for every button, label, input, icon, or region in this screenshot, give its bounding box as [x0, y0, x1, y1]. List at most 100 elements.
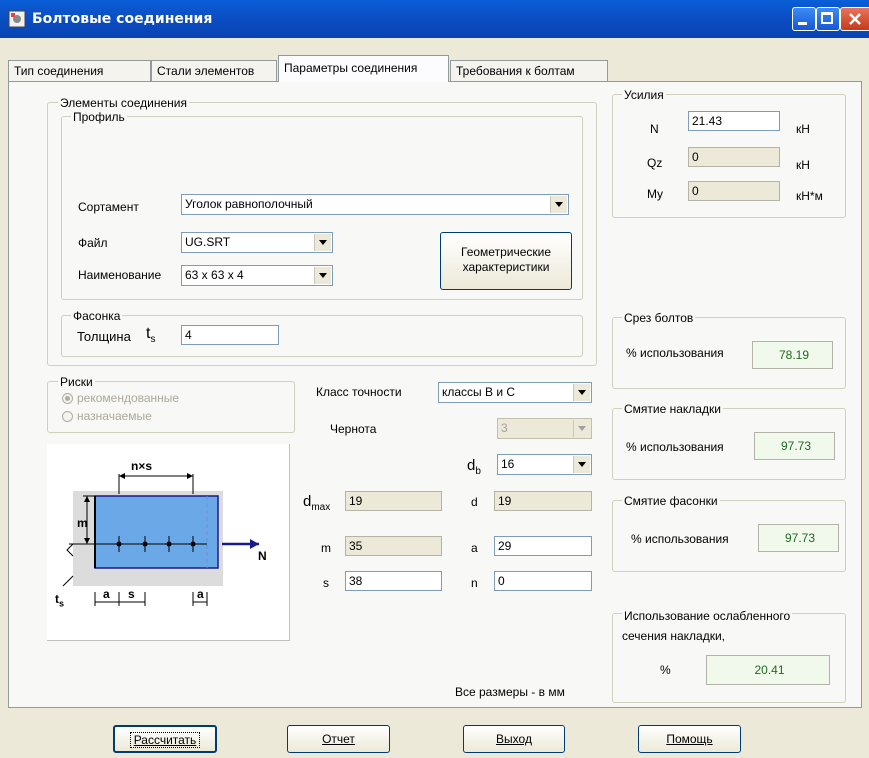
tab-label: Параметры соединения: [284, 61, 418, 75]
name-select[interactable]: 63 x 63 x 4: [181, 265, 333, 286]
class-value: классы В и С: [442, 385, 516, 399]
file-select[interactable]: UG.SRT: [181, 232, 333, 253]
diagram-a1: a: [103, 587, 110, 601]
tab-connection-type[interactable]: Тип соединения: [8, 60, 151, 81]
main-window: Болтовые соединения Тип соединения Стали…: [0, 0, 869, 758]
My-field: 0: [688, 181, 780, 201]
smyatie-nakl-value: 97.73: [754, 432, 835, 460]
N-label: N: [650, 122, 659, 136]
window-title: Болтовые соединения: [32, 11, 213, 27]
radio-recommended[interactable]: [62, 393, 73, 404]
diagram-N: N: [258, 549, 267, 563]
chevron-down-icon[interactable]: [314, 267, 331, 284]
chevron-down-icon[interactable]: [573, 456, 590, 473]
db-value: 16: [501, 457, 515, 471]
smyatie-fas-label: % использования: [631, 532, 729, 546]
chernota-select[interactable]: 3: [497, 418, 592, 439]
class-select[interactable]: классы В и С: [438, 382, 592, 403]
geometry-button[interactable]: Геометрические характеристики: [440, 232, 572, 290]
My-unit: кН*м: [796, 189, 823, 203]
Qz-label: Qz: [647, 156, 663, 170]
m-field: 35: [345, 536, 442, 556]
diagram-a2: a: [197, 587, 204, 601]
profile-group-title: Профиль: [71, 110, 127, 124]
chevron-down-icon[interactable]: [573, 420, 590, 437]
n-input[interactable]: 0: [494, 571, 592, 591]
chevron-down-icon[interactable]: [314, 234, 331, 251]
exit-label: Выход: [496, 732, 532, 746]
smyatie-nakl-title: Смятие накладки: [622, 402, 723, 416]
tab-label: Стали элементов: [157, 64, 255, 78]
elements-group-title: Элементы соединения: [58, 96, 189, 110]
a-label: a: [471, 541, 478, 555]
srez-label: % использования: [626, 346, 724, 360]
report-button[interactable]: Отчет: [287, 725, 390, 753]
db-select[interactable]: 16: [497, 454, 592, 475]
tab-steels[interactable]: Стали элементов: [151, 60, 277, 81]
dmax-label: dmax: [303, 494, 330, 516]
app-icon: [8, 10, 26, 28]
forces-group-title: Усилия: [622, 88, 666, 102]
db-sub: b: [475, 466, 481, 477]
smyatie-fas-value: 97.73: [758, 524, 839, 552]
thickness-label: Толщина: [77, 329, 131, 344]
sortament-value: Уголок равнополочный: [185, 197, 313, 211]
dmax-field: 19: [345, 491, 442, 511]
smyatie-fas-title: Смятие фасонки: [622, 494, 720, 508]
diagram-nxs: n×s: [131, 459, 153, 473]
units-note: Все размеры - в мм: [455, 685, 565, 699]
d-field: 19: [494, 491, 592, 511]
srez-group-title: Срез болтов: [622, 311, 696, 325]
name-value: 63 x 63 x 4: [185, 268, 244, 282]
diagram-ts-sub: s: [59, 598, 65, 609]
srez-value: 78.19: [752, 341, 833, 369]
a-input[interactable]: 29: [494, 536, 592, 556]
weak-section-title-2: сечения накладки,: [622, 629, 726, 643]
help-button[interactable]: Помощь: [638, 725, 741, 753]
minimize-button[interactable]: [792, 7, 816, 31]
sortament-select[interactable]: Уголок равнополочный: [181, 194, 569, 215]
smyatie-nakl-label: % использования: [626, 440, 724, 454]
sortament-label: Сортамент: [78, 200, 139, 214]
weak-section-value: 20.41: [706, 655, 830, 685]
geometry-button-label: Геометрические характеристики: [461, 245, 551, 274]
report-label: Отчет: [322, 732, 355, 746]
calculate-button[interactable]: Рассчитать: [113, 725, 217, 753]
n-label: n: [471, 576, 478, 590]
title-bar[interactable]: Болтовые соединения: [0, 0, 869, 38]
Qz-unit: кН: [796, 158, 810, 172]
close-icon: [849, 13, 861, 25]
fasonka-group-title: Фасонка: [71, 309, 123, 323]
connection-diagram: n×s m N ts a s a: [47, 444, 290, 641]
dmax-sub: max: [311, 502, 331, 513]
radio-recommended-label: рекомендованные: [77, 391, 180, 405]
tab-label: Требования к болтам: [456, 64, 575, 78]
Qz-field: 0: [688, 147, 780, 167]
radio-assigned[interactable]: [62, 411, 73, 422]
diagram-m: m: [77, 516, 88, 530]
exit-button[interactable]: Выход: [463, 725, 565, 753]
weak-section-label: %: [660, 663, 671, 677]
calculate-label: Рассчитать: [129, 732, 201, 748]
file-label: Файл: [78, 236, 108, 250]
thickness-symbol: ts: [146, 326, 155, 348]
weak-section-title-1: Использование ослабленного: [622, 607, 793, 625]
radio-assigned-label: назначаемые: [77, 409, 152, 423]
chevron-down-icon[interactable]: [573, 384, 590, 401]
chernota-label: Чернота: [330, 422, 377, 436]
N-unit: кН: [796, 122, 810, 136]
tab-bolt-requirements[interactable]: Требования к болтам: [450, 60, 608, 81]
minimize-icon: [798, 22, 807, 25]
db-label: db: [467, 458, 481, 480]
N-input[interactable]: 21.43: [688, 111, 780, 131]
chevron-down-icon[interactable]: [550, 196, 567, 213]
chernota-value: 3: [501, 421, 508, 435]
diagram-s: s: [128, 587, 135, 601]
thickness-input[interactable]: 4: [181, 325, 279, 345]
tab-parameters[interactable]: Параметры соединения: [278, 55, 449, 82]
close-button[interactable]: [840, 7, 869, 31]
file-value: UG.SRT: [185, 235, 231, 249]
s-label: s: [323, 576, 329, 590]
s-input[interactable]: 38: [345, 571, 442, 591]
maximize-button[interactable]: [816, 7, 840, 31]
